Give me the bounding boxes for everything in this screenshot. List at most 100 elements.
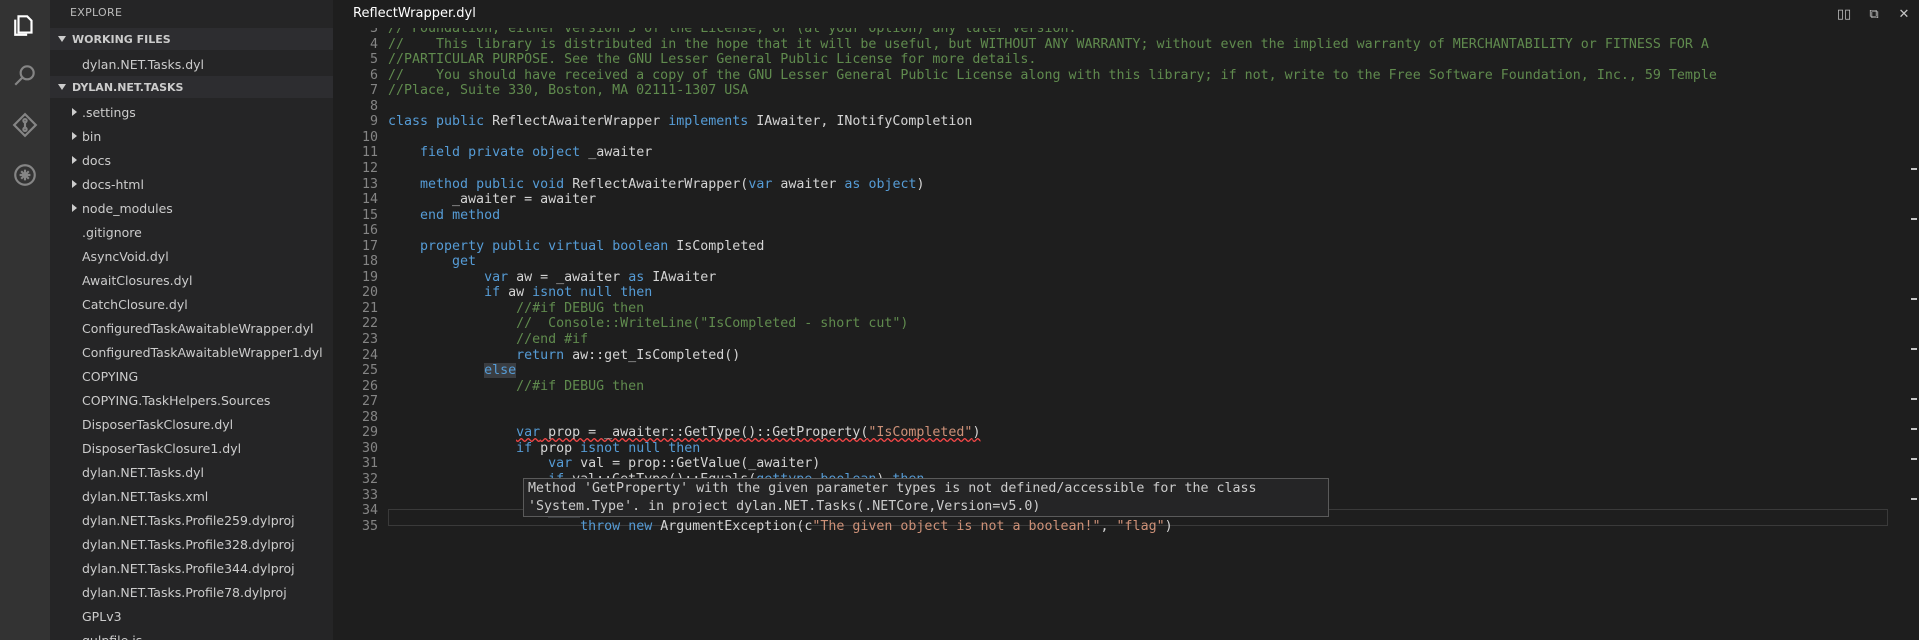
- file-item[interactable]: dylan.NET.Tasks.Profile259.dylproj: [50, 508, 333, 532]
- line-number: 25: [361, 363, 378, 379]
- line-number: 31: [361, 456, 378, 472]
- git-icon[interactable]: [0, 100, 50, 150]
- explorer-icon[interactable]: [0, 0, 50, 50]
- file-label: dylan.NET.Tasks.Profile328.dylproj: [82, 536, 295, 552]
- editor-actions: ▯▯ ⧉ ✕: [1829, 0, 1919, 28]
- file-label: gulpfile.js: [82, 632, 143, 640]
- folder-label: .settings: [82, 104, 136, 120]
- file-item[interactable]: ConfiguredTaskAwaitableWrapper.dyl: [50, 316, 333, 340]
- line-number: 6: [369, 67, 378, 83]
- code-line: throw new ArgumentException(c"The given …: [580, 518, 1173, 534]
- chevron-down-icon: [58, 84, 66, 90]
- folder-item[interactable]: node_modules: [50, 196, 333, 220]
- file-item[interactable]: GPLv3: [50, 604, 333, 628]
- chevron-right-icon: [72, 180, 77, 188]
- folder-label: docs-html: [82, 176, 144, 192]
- line-number: 32: [361, 471, 378, 487]
- code-line: var prop = _awaiter::GetType()::GetPrope…: [516, 425, 981, 441]
- code-line: //Place, Suite 330, Boston, MA 02111-130…: [388, 83, 749, 99]
- chevron-right-icon: [72, 132, 77, 140]
- code-line: field private object _awaiter: [420, 145, 653, 161]
- code-line: _awaiter = awaiter: [388, 192, 597, 208]
- file-label: COPYING.TaskHelpers.Sources: [82, 392, 271, 408]
- file-item[interactable]: .gitignore: [50, 220, 333, 244]
- file-label: AsyncVoid.dyl: [82, 248, 169, 264]
- line-number: 19: [361, 269, 378, 285]
- tooltip-line: 'System.Type'. in project dylan.NET.Task…: [528, 499, 1041, 514]
- line-number: 15: [361, 207, 378, 223]
- line-number: 27: [361, 394, 378, 410]
- code-editor[interactable]: 3 // Foundation; either version 3 of the …: [333, 28, 1919, 640]
- scroll-marker: [1911, 348, 1917, 350]
- open-changes-icon[interactable]: ⧉: [1859, 7, 1889, 22]
- code-line: var val = prop::GetValue(_awaiter): [548, 456, 821, 472]
- line-number: 12: [361, 160, 378, 176]
- file-label: ConfiguredTaskAwaitableWrapper.dyl: [82, 320, 314, 336]
- line-number: 24: [361, 347, 378, 363]
- code-line: property public virtual boolean IsComple…: [420, 238, 765, 254]
- folder-item[interactable]: .settings: [50, 100, 333, 124]
- tab-reflectwrapper[interactable]: ReflectWrapper.dyl: [353, 6, 476, 21]
- scroll-marker: [1911, 168, 1917, 170]
- line-number: 30: [361, 440, 378, 456]
- line-number: 33: [361, 487, 378, 503]
- line-number: 34: [361, 503, 378, 519]
- explorer-title: EXPLORE: [70, 6, 123, 19]
- file-label: DisposerTaskClosure.dyl: [82, 416, 234, 432]
- code-line: // Console::WriteLine("IsCompleted - sho…: [516, 316, 909, 332]
- file-item[interactable]: dylan.NET.Tasks.Profile78.dylproj: [50, 580, 333, 604]
- debug-icon[interactable]: [0, 150, 50, 200]
- code-line: method public void ReflectAwaiterWrapper…: [420, 176, 925, 192]
- working-files-header[interactable]: WORKING FILES: [50, 28, 333, 50]
- line-number: 29: [361, 425, 378, 441]
- chevron-right-icon: [72, 204, 77, 212]
- file-item[interactable]: COPYING: [50, 364, 333, 388]
- explorer-sidebar: EXPLORE WORKING FILES dylan.NET.Tasks.dy…: [50, 0, 333, 640]
- folder-label: node_modules: [82, 200, 173, 216]
- file-label: ConfiguredTaskAwaitableWrapper1.dyl: [82, 344, 323, 360]
- file-label: COPYING: [82, 368, 139, 384]
- folder-item[interactable]: docs-html: [50, 172, 333, 196]
- close-icon[interactable]: ✕: [1889, 7, 1919, 22]
- file-item[interactable]: dylan.NET.Tasks.Profile328.dylproj: [50, 532, 333, 556]
- chevron-down-icon: [58, 36, 66, 42]
- file-item[interactable]: DisposerTaskClosure.dyl: [50, 412, 333, 436]
- folder-item[interactable]: docs: [50, 148, 333, 172]
- chevron-right-icon: [72, 108, 77, 116]
- line-number: 20: [361, 285, 378, 301]
- editor-scrollbar[interactable]: [1905, 28, 1919, 640]
- file-item[interactable]: ConfiguredTaskAwaitableWrapper1.dyl: [50, 340, 333, 364]
- error-tooltip: Method 'GetProperty' with the given para…: [523, 478, 1329, 517]
- file-item[interactable]: dylan.NET.Tasks.xml: [50, 484, 333, 508]
- file-item[interactable]: CatchClosure.dyl: [50, 292, 333, 316]
- chevron-right-icon: [72, 156, 77, 164]
- file-item[interactable]: dylan.NET.Tasks.Profile344.dylproj: [50, 556, 333, 580]
- line-number: 17: [361, 238, 378, 254]
- line-number: 5: [369, 52, 378, 68]
- file-item[interactable]: COPYING.TaskHelpers.Sources: [50, 388, 333, 412]
- line-number: 23: [361, 332, 378, 347]
- line-number: 16: [361, 223, 378, 239]
- code-line: // Foundation; either version 3 of the L…: [388, 28, 1077, 36]
- file-item[interactable]: gulpfile.js: [50, 628, 333, 640]
- line-number: 4: [369, 36, 378, 52]
- folder-item[interactable]: bin: [50, 124, 333, 148]
- section-label: DYLAN.NET.TASKS: [72, 80, 184, 94]
- file-item[interactable]: AwaitClosures.dyl: [50, 268, 333, 292]
- file-item[interactable]: dylan.NET.Tasks.dyl: [50, 460, 333, 484]
- file-item[interactable]: AsyncVoid.dyl: [50, 244, 333, 268]
- line-number: 9: [369, 114, 378, 130]
- code-line: get: [452, 254, 477, 270]
- file-item[interactable]: DisposerTaskClosure1.dyl: [50, 436, 333, 460]
- file-label: dylan.NET.Tasks.Profile259.dylproj: [82, 512, 295, 528]
- code-line: //#if DEBUG then: [516, 378, 645, 394]
- scroll-marker: [1911, 428, 1917, 430]
- folder-label: bin: [82, 128, 102, 144]
- working-file-item[interactable]: dylan.NET.Tasks.dyl: [50, 52, 333, 76]
- scroll-marker: [1911, 498, 1917, 500]
- line-number: 18: [361, 254, 378, 270]
- search-icon[interactable]: [0, 50, 50, 100]
- project-header[interactable]: DYLAN.NET.TASKS: [50, 76, 333, 98]
- line-number: 10: [361, 129, 378, 145]
- split-editor-icon[interactable]: ▯▯: [1829, 7, 1859, 22]
